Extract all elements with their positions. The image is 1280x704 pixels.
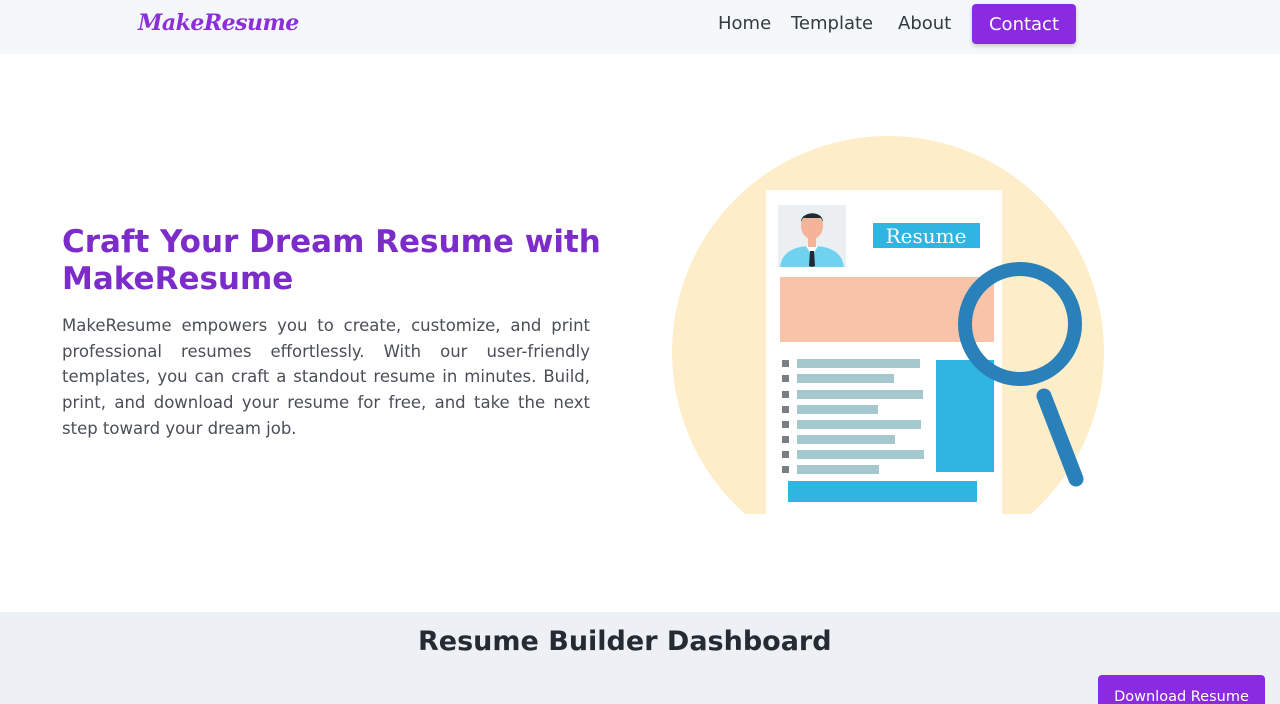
navbar: MakeResume Home Template About Contact — [0, 0, 1280, 54]
hero-description: MakeResume empowers you to create, custo… — [62, 316, 590, 438]
avatar — [778, 205, 846, 267]
resume-illustration-svg: Resume — [672, 136, 1104, 514]
nav-template-link[interactable]: Template — [791, 13, 873, 34]
nav-about-link[interactable]: About — [898, 13, 951, 34]
hero-title: Craft Your Dream Resume with MakeResume — [62, 224, 601, 297]
nav-home-link[interactable]: Home — [718, 13, 771, 34]
bottom-bar — [788, 481, 977, 502]
contact-button[interactable]: Contact — [972, 4, 1076, 44]
resume-illustration: Resume — [672, 134, 1112, 522]
download-resume-button[interactable]: Download Resume — [1098, 675, 1265, 704]
dashboard-title: Resume Builder Dashboard — [418, 626, 832, 657]
side-block — [936, 360, 994, 472]
brand-logo[interactable]: MakeResume — [138, 10, 299, 36]
resume-label-text: Resume — [886, 224, 967, 248]
